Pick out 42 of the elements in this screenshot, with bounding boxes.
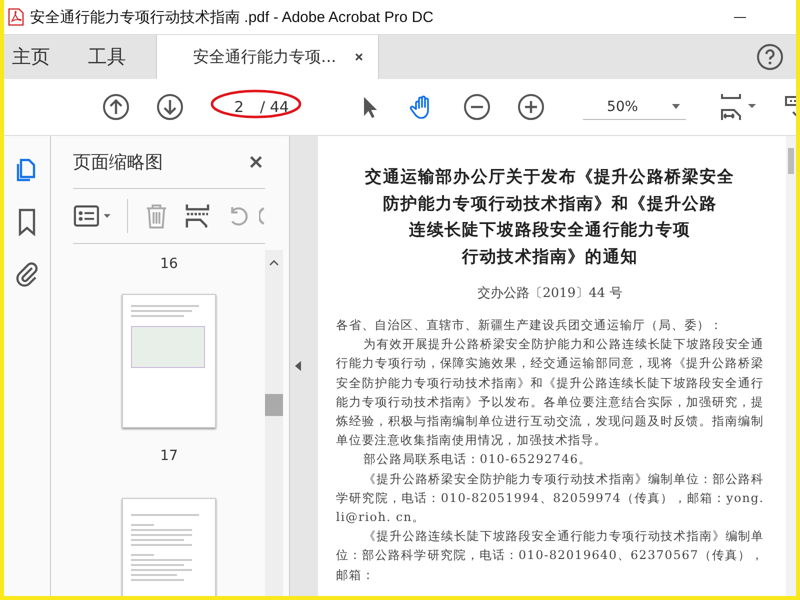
paperclip-icon[interactable]	[14, 260, 40, 288]
document-number: 交办公路〔2019〕44 号	[476, 285, 624, 302]
scrollbar-thumb[interactable]	[788, 148, 794, 174]
next-page-icon[interactable]	[156, 93, 184, 121]
pdf-file-icon	[8, 8, 24, 26]
panel-title: 页面缩略图	[73, 151, 163, 174]
body-paragraph: 《提升公路桥梁安全防护能力专项行动技术指南》编制单位：部公路科学研究院，电话：010-82051994、82059974（传真），邮箱：yong. li@rioh. cn。	[336, 470, 764, 526]
body-paragraph: 为有效开展提升公路桥梁安全防护能力和公路连续长陡下坡路段安全通行能力专项行动，保障实施效果，经交通运输部同意，现将《提升公路桥梁安全防护能力专项行动技术指南》和《提升公路连续长陡下坡路段安全通行能力专项行动技术指南》予以发布。各单位要注意结合实际，加强研究，提炼经验，积极与指南编制单位进行互动交流，发现问题及时反馈。指南编制单位要注意收集指南使用情况，加强技术指导。	[336, 336, 764, 450]
nav-tab[interactable]: 工具	[80, 35, 134, 79]
collapse-arrow-icon[interactable]	[295, 361, 301, 371]
fit-page-icon[interactable]	[718, 92, 758, 122]
scroll-up-icon[interactable]	[269, 260, 279, 266]
zoom-dropdown[interactable]: 50%	[582, 94, 686, 120]
document-tab[interactable]: 安全通行能力专项...	[156, 35, 380, 79]
salutation-text: 各省、自治区、直辖市、新疆生产建设兵团交通运输厅（局、委）：	[336, 317, 724, 334]
zoom-in-icon[interactable]	[516, 93, 545, 121]
zoom-out-icon[interactable]	[462, 93, 491, 121]
scrollbar[interactable]	[265, 250, 283, 596]
caret-icon	[672, 104, 680, 109]
page-thumbnail[interactable]	[122, 498, 216, 596]
previous-page-icon[interactable]	[102, 93, 130, 121]
document-heading: 交通运输部办公厅关于发布《提升公路桥梁安全	[365, 166, 735, 188]
page-number-label: 16	[160, 256, 178, 272]
insert-page-icon[interactable]	[185, 202, 210, 230]
close-icon[interactable]	[249, 155, 263, 169]
page-thumbnail[interactable]	[122, 294, 216, 428]
close-icon[interactable]	[354, 52, 364, 62]
scrollbar-thumb[interactable]	[265, 394, 283, 416]
document-heading: 防护能力专项行动技术指南》和《提升公路	[382, 192, 718, 214]
window-title: 安全通行能力专项行动技术指南 .pdf - Adobe Acrobat Pro DC	[30, 8, 434, 26]
body-paragraph: 部公路局联系电话：010-65292746。	[362, 451, 592, 468]
page-number-field[interactable]: 2	[224, 96, 254, 118]
document-heading: 连续长陡下坡路段安全通行能力专项	[409, 219, 691, 241]
help-icon[interactable]	[756, 43, 784, 71]
minimize-button[interactable]	[734, 16, 746, 18]
nav-tab[interactable]: 主页	[4, 35, 58, 79]
document-heading: 行动技术指南》的通知	[462, 246, 638, 268]
page-count: / 44	[260, 98, 289, 116]
options-menu-icon[interactable]	[73, 203, 112, 229]
body-paragraph: 《提升公路连续长陡下坡路段安全通行能力专项行动技术指南》编制单位：部公路科学研究院，电话：010-82019640、62370567（传真），邮箱：	[336, 528, 764, 584]
document-tab-label: 安全通行能力专项...	[193, 46, 336, 68]
page-number-label: 17	[160, 448, 178, 464]
